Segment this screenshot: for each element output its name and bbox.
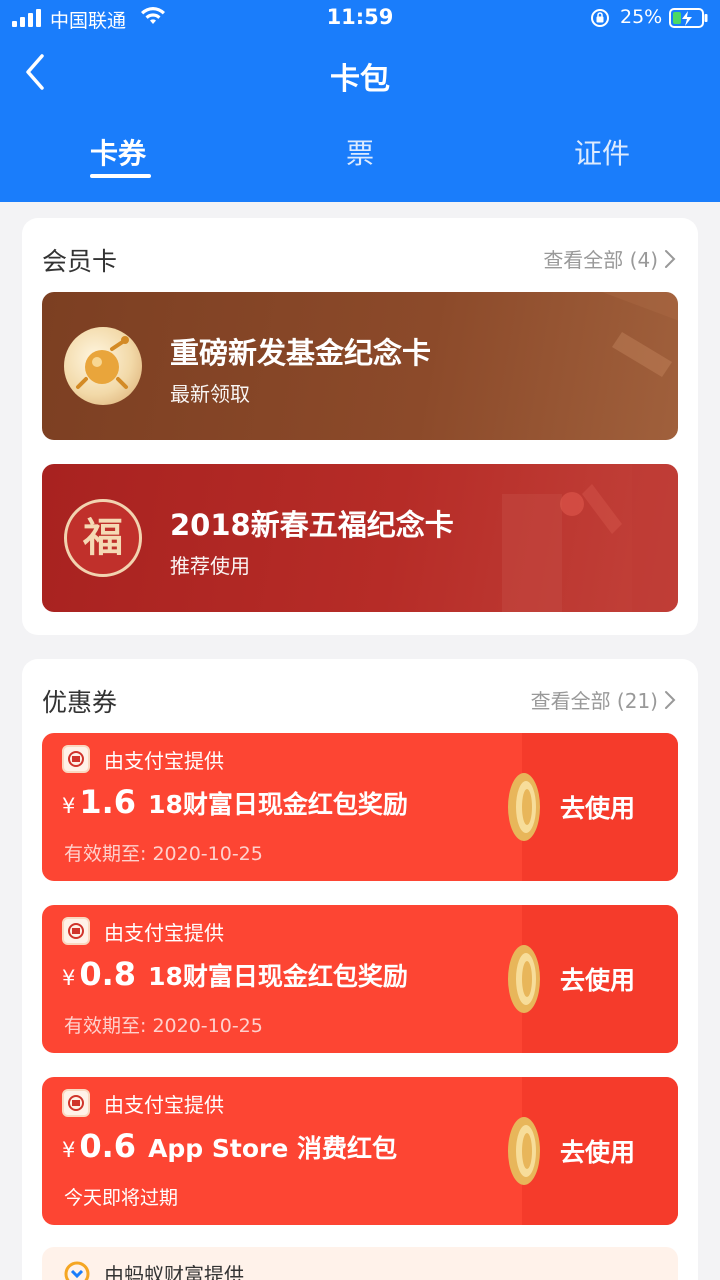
coupon-amount: 0.6 <box>79 1127 137 1165</box>
gold-coin-icon <box>508 773 540 841</box>
member-card-panel: 会员卡 查看全部 (4) 重磅新发基金纪念卡 最新领取 福 2018新春五福纪念… <box>22 218 698 635</box>
active-tab-indicator <box>90 174 151 178</box>
card-name: 重磅新发基金纪念卡 <box>170 336 432 370</box>
coupon-expiry: 今天即将过期 <box>64 1187 179 1209</box>
coupon-description: 18财富日现金红包奖励 <box>148 790 408 819</box>
alipay-provider-icon <box>62 745 90 773</box>
page-title: 卡包 <box>330 62 390 97</box>
battery-icon <box>669 8 708 28</box>
use-coupon-button[interactable]: 去使用 <box>560 1133 635 1169</box>
coupon-amount-row: ¥ 0.8 18财富日现金红包奖励 <box>62 955 408 993</box>
card-decoration <box>502 464 678 612</box>
coupon-description: App Store 消费红包 <box>148 1134 398 1163</box>
view-all-label: 查看全部 (4) <box>543 248 658 272</box>
coupon-expiry: 有效期至: 2020-10-25 <box>64 843 263 865</box>
card-decoration <box>602 292 678 377</box>
tab-cards[interactable]: 卡券 <box>90 132 146 172</box>
member-card-fund[interactable]: 重磅新发基金纪念卡 最新领取 <box>42 292 678 440</box>
status-bar: 中国联通 11:59 25% <box>0 0 720 38</box>
coupon-card-partial[interactable]: 由蚂蚁财富提供 <box>42 1247 678 1280</box>
coupon-amount: 0.8 <box>79 955 137 993</box>
battery-percent: 25% <box>620 6 663 28</box>
coupon-amount-row: ¥ 0.6 App Store 消费红包 <box>62 1127 397 1165</box>
card-subtitle: 推荐使用 <box>170 554 250 578</box>
view-all-coupon-link[interactable]: 查看全部 (21) <box>531 685 676 714</box>
alipay-provider-icon <box>62 917 90 945</box>
alipay-provider-icon <box>62 1089 90 1117</box>
currency-symbol: ¥ <box>62 966 76 990</box>
tab-bar: 卡券 票 证件 <box>0 110 720 202</box>
card-name: 2018新春五福纪念卡 <box>170 508 454 542</box>
view-all-label: 查看全部 (21) <box>530 689 658 713</box>
card-subtitle: 最新领取 <box>170 382 250 406</box>
section-title-coupon: 优惠券 <box>42 688 118 717</box>
coupon-description: 18财富日现金红包奖励 <box>148 962 408 991</box>
coupon-card[interactable]: 由支付宝提供 ¥ 0.8 18财富日现金红包奖励 有效期至: 2020-10-2… <box>42 905 678 1053</box>
fu-logo-icon: 福 <box>64 499 142 577</box>
coupon-amount: 1.6 <box>79 783 137 821</box>
member-card-wufu[interactable]: 福 2018新春五福纪念卡 推荐使用 <box>42 464 678 612</box>
rotation-lock-icon <box>591 9 609 27</box>
fund-card-logo-icon <box>64 327 142 405</box>
tab-documents[interactable]: 证件 <box>574 132 630 172</box>
clock: 11:59 <box>326 5 394 29</box>
gold-coin-icon <box>508 1117 540 1185</box>
view-all-member-link[interactable]: 查看全部 (4) <box>543 244 676 273</box>
coupon-provider: 由支付宝提供 <box>104 921 224 945</box>
coupon-expiry: 有效期至: 2020-10-25 <box>64 1015 263 1037</box>
use-coupon-button[interactable]: 去使用 <box>560 789 635 825</box>
gold-coin-icon <box>508 945 540 1013</box>
coupon-card[interactable]: 由支付宝提供 ¥ 1.6 18财富日现金红包奖励 有效期至: 2020-10-2… <box>42 733 678 881</box>
navigation-bar: 卡包 <box>0 38 720 110</box>
coupon-provider: 由蚂蚁财富提供 <box>104 1263 244 1280</box>
header: 中国联通 11:59 25% 卡包 卡券 票 证件 <box>0 0 720 202</box>
coupon-provider: 由支付宝提供 <box>104 1093 224 1117</box>
coupon-provider: 由支付宝提供 <box>104 749 224 773</box>
ant-fortune-icon <box>64 1261 90 1280</box>
coupon-card[interactable]: 由支付宝提供 ¥ 0.6 App Store 消费红包 今天即将过期 去使用 <box>42 1077 678 1225</box>
currency-symbol: ¥ <box>62 1138 76 1162</box>
chevron-right-icon <box>665 249 676 268</box>
chevron-right-icon <box>665 690 676 709</box>
currency-symbol: ¥ <box>62 794 76 818</box>
section-title-member: 会员卡 <box>42 247 118 276</box>
tab-tickets[interactable]: 票 <box>346 132 374 172</box>
coupon-panel: 优惠券 查看全部 (21) 由支付宝提供 ¥ 1.6 18财富日现金红包奖励 有… <box>22 659 698 1280</box>
use-coupon-button[interactable]: 去使用 <box>560 961 635 997</box>
coupon-amount-row: ¥ 1.6 18财富日现金红包奖励 <box>62 783 408 821</box>
